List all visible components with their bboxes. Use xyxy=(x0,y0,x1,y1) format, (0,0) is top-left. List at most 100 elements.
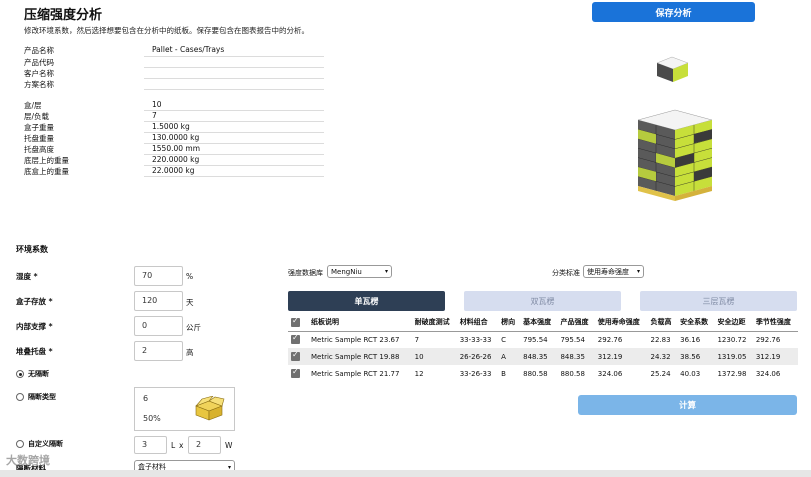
single-box-icon xyxy=(656,56,689,82)
spec-value: 130.0000 kg xyxy=(152,133,200,142)
table-cell: 848.35 xyxy=(557,348,595,365)
separator-type-radio[interactable] xyxy=(16,393,24,401)
table-cell: 1319.05 xyxy=(714,348,753,365)
custom-separator-label: 自定义隔断 xyxy=(28,440,63,448)
internal-support-unit: 公斤 xyxy=(186,323,201,332)
table-cell: 7 xyxy=(414,335,420,344)
stack-pallet-input[interactable]: 2 xyxy=(134,341,183,361)
width-unit-label: W xyxy=(225,441,233,450)
customer-name-label: 客户名称 xyxy=(24,69,54,78)
spec-value: 1550.00 mm xyxy=(152,144,201,153)
tab-triple-wall[interactable]: 三层瓦楞 xyxy=(640,291,797,311)
storage-input[interactable]: 120 xyxy=(134,291,183,311)
table-cell: 292.76 xyxy=(755,335,781,344)
table-row[interactable]: Metric Sample RCT 23.67 7 33-33-33 C 795… xyxy=(288,331,798,348)
table-cell: Metric Sample RCT 21.77 xyxy=(311,369,400,378)
column-header: 安全边距 xyxy=(714,314,753,332)
humidity-input[interactable]: 70 xyxy=(134,266,183,286)
env-section-title: 环境系数 xyxy=(16,245,48,254)
product-name-value: Pallet - Cases/Trays xyxy=(152,45,225,54)
tab-single-wall[interactable]: 单瓦楞 xyxy=(288,291,445,311)
separator-count: 6 xyxy=(143,394,149,403)
strength-db-select[interactable]: MengNiu ▾ xyxy=(327,265,392,278)
separator-type-box[interactable]: 6 50% xyxy=(134,387,235,431)
table-cell: 33-33-33 xyxy=(459,335,492,344)
spec-value: 10 xyxy=(152,100,162,109)
table-cell: 848.35 xyxy=(520,348,558,365)
length-unit-label: L xyxy=(171,441,176,450)
table-row[interactable]: Metric Sample RCT 21.77 12 33-26-33 B 88… xyxy=(288,365,798,382)
spec-label: 盒/层 xyxy=(24,101,42,110)
divider xyxy=(144,78,324,79)
row-checkbox[interactable] xyxy=(291,333,300,345)
product-code-label: 产品代码 xyxy=(24,58,54,67)
spec-label: 层/负载 xyxy=(24,112,50,121)
custom-width-input[interactable]: 2 xyxy=(188,436,221,454)
divider xyxy=(144,89,324,90)
tab-double-wall[interactable]: 双瓦楞 xyxy=(464,291,621,311)
custom-length-input[interactable]: 3 xyxy=(134,436,167,454)
strength-db-value: MengNiu xyxy=(331,267,362,276)
row-checkbox[interactable] xyxy=(291,367,300,378)
no-separator-radio[interactable] xyxy=(16,370,24,378)
classification-value: 使用寿命强度 xyxy=(587,267,629,276)
column-header: 耐破度测试 xyxy=(411,314,457,332)
column-header: 季节性强度 xyxy=(752,314,798,332)
spec-label: 底盒上的重量 xyxy=(24,167,69,176)
row-checkbox[interactable] xyxy=(291,350,300,361)
column-header: 楞向 xyxy=(498,314,521,332)
separator-percent: 50% xyxy=(143,414,161,423)
scheme-name-label: 方案名称 xyxy=(24,80,54,89)
save-analysis-button[interactable]: 保存分析 xyxy=(592,2,755,22)
column-header: 基本强度 xyxy=(520,314,558,332)
separator-type-label: 隔断类型 xyxy=(28,393,56,401)
divider xyxy=(144,110,324,111)
table-cell: 38.56 xyxy=(677,348,715,365)
product-name-label: 产品名称 xyxy=(24,46,54,55)
stack-pallet-label: 堆叠托盘 * xyxy=(16,347,53,356)
column-header: 使用寿命强度 xyxy=(594,314,648,332)
classification-label: 分类标准 xyxy=(552,269,580,277)
table-cell: 292.76 xyxy=(597,335,623,344)
column-header: 材料组合 xyxy=(456,314,499,332)
spec-value: 22.0000 kg xyxy=(152,166,195,175)
table-cell: 324.06 xyxy=(597,369,623,378)
table-cell: Metric Sample RCT 23.67 xyxy=(311,335,400,344)
table-cell: 40.03 xyxy=(680,369,701,378)
board-table: 纸板说明 耐破度测试 材料组合 楞向 基本强度 产品强度 使用寿命强度 负载高 … xyxy=(288,314,798,382)
table-cell: 795.54 xyxy=(560,335,585,344)
table-cell: 880.58 xyxy=(523,369,548,378)
times-label: x xyxy=(179,441,184,450)
watermark: 大数跨境 xyxy=(6,454,50,467)
table-cell: 10 xyxy=(411,348,457,365)
table-cell: 324.06 xyxy=(755,369,781,378)
spec-label: 底层上的重量 xyxy=(24,156,69,165)
divider xyxy=(144,176,324,177)
row-select-cell[interactable] xyxy=(288,365,308,382)
no-separator-label: 无隔断 xyxy=(28,370,49,378)
select-all-header[interactable] xyxy=(288,314,308,332)
table-cell: Metric Sample RCT 19.88 xyxy=(308,348,412,365)
custom-separator-radio[interactable] xyxy=(16,440,24,448)
table-row[interactable]: Metric Sample RCT 19.88 10 26-26-26 A 84… xyxy=(288,348,798,365)
table-cell: 24.32 xyxy=(647,348,678,365)
table-cell: 312.19 xyxy=(752,348,798,365)
internal-support-input[interactable]: 0 xyxy=(134,316,183,336)
calculate-button[interactable]: 计算 xyxy=(578,395,797,415)
spec-label: 托盘重量 xyxy=(24,134,54,143)
storage-unit: 天 xyxy=(186,298,194,307)
column-header: 安全系数 xyxy=(677,314,715,332)
separator-box-icon xyxy=(195,396,225,421)
classification-select[interactable]: 使用寿命强度 ▾ xyxy=(583,265,644,278)
table-cell: 12 xyxy=(414,369,424,378)
row-select-cell[interactable] xyxy=(288,331,308,348)
row-select-cell[interactable] xyxy=(288,348,308,365)
spec-value: 220.0000 kg xyxy=(152,155,200,164)
spec-label: 盒子重量 xyxy=(24,123,54,132)
divider xyxy=(144,67,324,68)
spec-value: 7 xyxy=(152,111,157,120)
table-cell: 1372.98 xyxy=(717,369,747,378)
select-all-checkbox[interactable] xyxy=(291,316,300,327)
table-cell: 22.83 xyxy=(650,335,671,344)
internal-support-label: 内部支撑 * xyxy=(16,322,53,331)
